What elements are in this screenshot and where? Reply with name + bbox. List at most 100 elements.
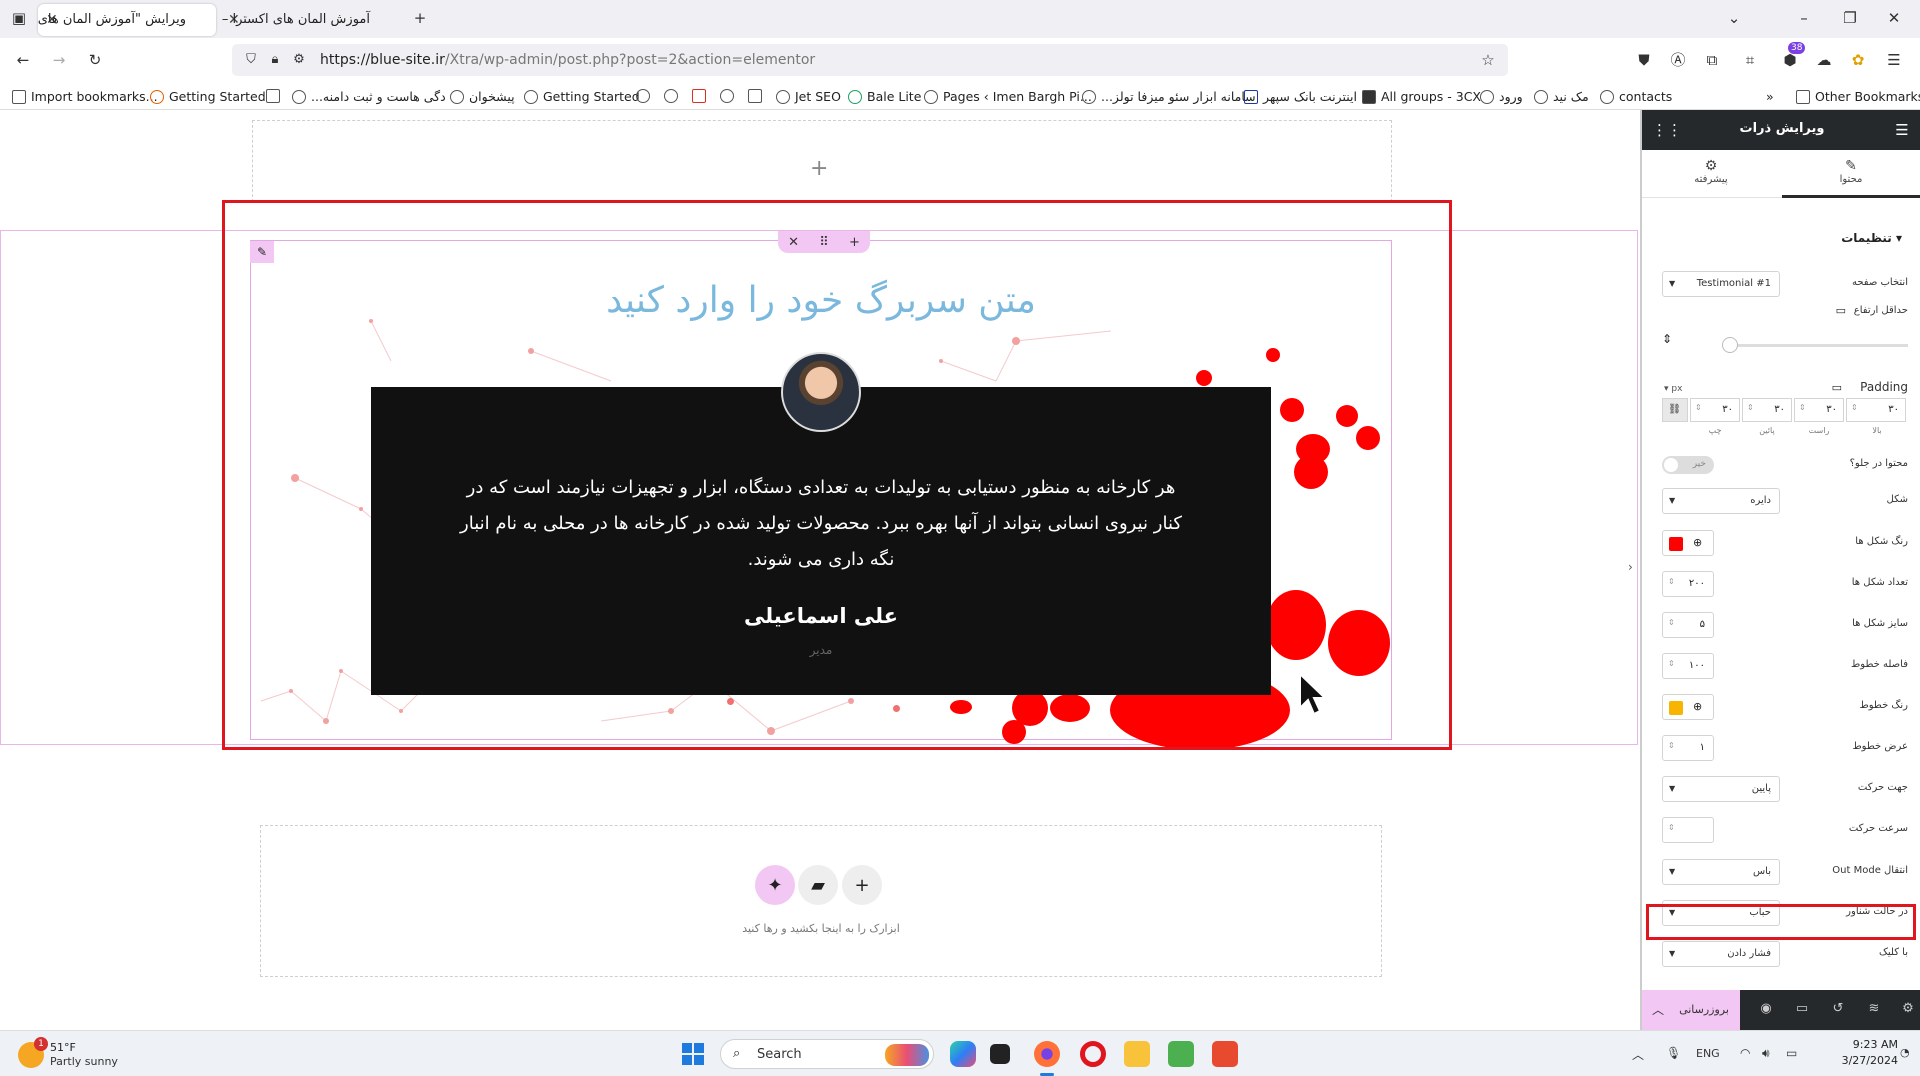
pocket-icon[interactable]: ⛊	[1634, 50, 1654, 70]
line-width-input[interactable]: ⇕ ۱	[1662, 735, 1714, 761]
tab-advanced[interactable]: ⚙ پیشرفته	[1642, 150, 1780, 198]
crop-icon[interactable]: ⌗	[1740, 50, 1760, 70]
bookmark-item[interactable]	[692, 89, 706, 103]
bookmark-item[interactable]: Getting Started	[524, 89, 640, 104]
bookmark-item[interactable]	[636, 89, 650, 103]
speaker-icon[interactable]: 🔊︎	[1762, 1046, 1770, 1061]
forward-arrow-icon[interactable]: →	[48, 50, 70, 70]
min-height-slider-track[interactable]	[1724, 344, 1908, 347]
language-indicator[interactable]: ENG	[1696, 1047, 1720, 1060]
shield-icon[interactable]: ⛉	[242, 50, 260, 70]
file-explorer-icon[interactable]	[1124, 1041, 1150, 1067]
template-folder-button[interactable]: ▰	[798, 865, 838, 905]
camtasia-red-icon[interactable]	[1212, 1041, 1238, 1067]
hamburger-menu-icon[interactable]: ☰	[1892, 120, 1912, 140]
chevron-down-icon[interactable]: ⌄	[1724, 8, 1744, 28]
responsive-desktop-icon[interactable]: ▭	[1836, 304, 1846, 317]
bookmark-item[interactable]: contacts	[1600, 89, 1672, 104]
globe-icon[interactable]: ⊕	[1693, 536, 1702, 549]
new-tab-button[interactable]: +	[410, 8, 430, 28]
tab-xtra-site[interactable]: ✕ آموزش المان های اکسترا – علاءالدین	[220, 4, 400, 36]
line-color-picker[interactable]: ⊕	[1662, 694, 1714, 720]
bookmark-item[interactable]	[266, 89, 280, 103]
responsive-desktop-icon[interactable]: ▭	[1832, 381, 1842, 394]
history-icon[interactable]: ↺	[1828, 1001, 1848, 1021]
extension-badge-icon[interactable]: ⬢ 38	[1778, 42, 1806, 70]
move-direction-select[interactable]: پایین ▼	[1662, 776, 1780, 802]
padding-top-input[interactable]: ⇕ ۳۰	[1846, 398, 1906, 422]
vpn-icon[interactable]: ☁︎	[1814, 50, 1834, 70]
shape-color-picker[interactable]: ⊕	[1662, 530, 1714, 556]
permissions-icon[interactable]: ⚙︎	[290, 50, 308, 70]
opera-icon[interactable]	[1080, 1041, 1106, 1067]
bookmark-item[interactable]: اینترنت بانک سپهر	[1244, 89, 1357, 104]
click-mode-select[interactable]: فشار دادن ▼	[1662, 941, 1780, 967]
bookmark-item[interactable]: Pages ‹ Imen Bargh Pi...	[924, 89, 1092, 104]
close-window-button[interactable]: ✕	[1884, 8, 1904, 28]
tab-content[interactable]: ✎ محتوا	[1782, 150, 1920, 198]
settings-section-title[interactable]: ▾ تنظیمات	[1841, 231, 1902, 245]
responsive-icon[interactable]: ▭	[1792, 1001, 1812, 1021]
bookmark-item[interactable]	[664, 89, 678, 103]
bookmark-item[interactable]: ...سامانه ابزار سئو میزفا تولز	[1082, 89, 1256, 104]
url-bar[interactable]: ⛉ 🔒︎ ⚙︎ https://blue-site.ir/Xtra/wp-adm…	[232, 44, 1508, 76]
tab-list-icon[interactable]: ▣	[8, 8, 30, 28]
padding-unit-select[interactable]: ▾ px	[1664, 384, 1682, 394]
more-bookmarks-icon[interactable]: »	[1766, 89, 1774, 104]
out-mode-select[interactable]: باس ▼	[1662, 859, 1780, 885]
chevron-up-icon[interactable]: ︿	[1632, 1046, 1644, 1063]
ai-sparkle-button[interactable]: ✦	[755, 865, 795, 905]
account-icon[interactable]: Ⓐ	[1668, 50, 1688, 70]
reload-icon[interactable]: ↻	[84, 50, 106, 70]
clock[interactable]: 9:23 AM 3/27/2024	[1818, 1037, 1898, 1069]
bookmark-item[interactable]: Bale Lite	[848, 89, 921, 104]
settings-gear-icon[interactable]: ⚙	[1898, 1001, 1918, 1021]
restore-button[interactable]: ❐	[1840, 8, 1860, 28]
addon-icon[interactable]: ✿	[1848, 50, 1868, 70]
preview-eye-icon[interactable]: ◉	[1756, 1001, 1776, 1021]
task-view-icon[interactable]	[990, 1044, 1010, 1064]
minimize-button[interactable]: –	[1794, 8, 1814, 28]
star-icon[interactable]: ☆	[1478, 50, 1498, 70]
back-arrow-icon[interactable]: ←	[12, 50, 34, 70]
extensions-icon[interactable]: ⧉	[1702, 50, 1722, 70]
panel-collapse-icon[interactable]: ›	[1628, 560, 1640, 600]
notifications-icon[interactable]: ◔	[1900, 1046, 1910, 1059]
bookmark-item[interactable]: Import bookmarks...	[12, 89, 158, 104]
min-height-slider-handle[interactable]	[1722, 337, 1738, 353]
firefox-icon[interactable]	[1034, 1041, 1060, 1067]
padding-bottom-input[interactable]: ⇕ ۳۰	[1742, 398, 1792, 422]
tab-edit-xtra[interactable]: ✕ ویرایش "آموزش المان های اکسترا -	[38, 4, 216, 36]
camtasia-green-icon[interactable]	[1168, 1041, 1194, 1067]
navigator-layers-icon[interactable]: ≋	[1864, 1001, 1884, 1021]
bookmark-item[interactable]: Getting Started	[150, 89, 266, 104]
add-section-plus[interactable]: +	[810, 156, 828, 181]
bookmark-item[interactable]	[748, 89, 762, 103]
padding-link-button[interactable]: ⛓	[1662, 398, 1688, 422]
move-speed-input[interactable]: ⇕	[1662, 817, 1714, 843]
copilot-icon[interactable]	[950, 1041, 976, 1067]
min-height-input[interactable]: ⇕	[1662, 332, 1708, 346]
padding-right-input[interactable]: ⇕ ۳۰	[1794, 398, 1844, 422]
bookmark-item[interactable]: Jet SEO	[776, 89, 841, 104]
bookmark-item[interactable]	[720, 89, 734, 103]
choose-page-select[interactable]: Testimonial #1 ▼	[1662, 271, 1780, 297]
other-bookmarks[interactable]: Other Bookmarks	[1796, 89, 1920, 104]
lock-icon[interactable]: 🔒︎	[266, 50, 284, 70]
bookmark-item[interactable]: مک نید	[1534, 89, 1589, 104]
content-in-column-toggle[interactable]: خیر	[1662, 456, 1714, 474]
battery-icon[interactable]: ▭	[1786, 1046, 1797, 1060]
shape-size-input[interactable]: ⇕ ۵	[1662, 612, 1714, 638]
wifi-icon[interactable]: ◠	[1740, 1046, 1750, 1060]
chevron-up-icon[interactable]: ︿	[1648, 1001, 1668, 1021]
taskbar-search[interactable]: ⌕ Search	[720, 1039, 934, 1069]
bookmark-item[interactable]: ورود	[1480, 89, 1523, 104]
shape-count-input[interactable]: ⇕ ۲۰۰	[1662, 571, 1714, 597]
windows-start-icon[interactable]	[682, 1043, 704, 1065]
microphone-icon[interactable]: 🎙︎	[1666, 1046, 1681, 1060]
add-section-button[interactable]: +	[842, 865, 882, 905]
bookmark-item[interactable]: پیشخوان	[450, 89, 515, 104]
line-distance-input[interactable]: ⇕ ۱۰۰	[1662, 653, 1714, 679]
shape-select[interactable]: دایره ▼	[1662, 488, 1780, 514]
bookmark-item[interactable]: ...دگی هاست و ثبت دامنه	[292, 89, 446, 104]
